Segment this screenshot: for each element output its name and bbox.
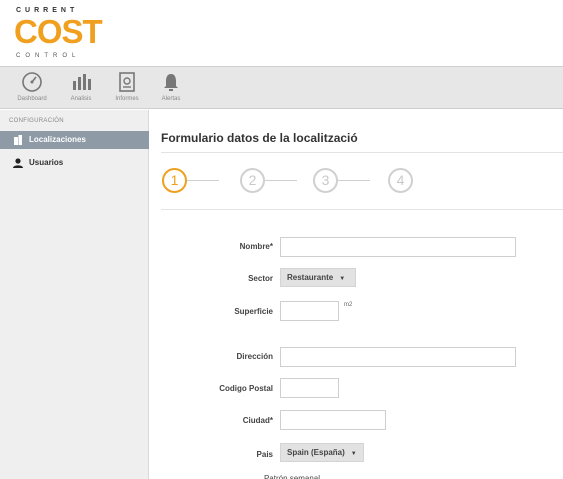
direccion-label: Dirección xyxy=(236,352,273,361)
nombre-input[interactable] xyxy=(280,237,516,257)
sidebar-item-label: Localizaciones xyxy=(29,135,86,144)
page-title: Formulario datos de la localització xyxy=(161,131,358,145)
sidebar-item-usuarios[interactable]: Usuarios xyxy=(0,154,149,172)
toolbar-informes-label: Informes xyxy=(115,96,139,102)
sidebar-item-label: Usuarios xyxy=(29,158,64,167)
superficie-input[interactable] xyxy=(280,301,339,321)
toolbar-dashboard-button[interactable]: Dashboard xyxy=(11,71,53,107)
sector-select[interactable]: Restaurante ▼ xyxy=(280,268,356,287)
step-1[interactable]: 1 xyxy=(162,168,187,193)
ciudad-input[interactable] xyxy=(280,410,386,430)
direccion-input[interactable] xyxy=(280,347,516,367)
toolbar-alertas-label: Alertas xyxy=(161,96,181,102)
toolbar-informes-button[interactable]: Informes xyxy=(106,71,148,107)
toolbar-alertas-button[interactable]: Alertas xyxy=(150,71,192,107)
pais-select-value: Spain (España) xyxy=(287,448,345,457)
chevron-down-icon: ▼ xyxy=(339,276,346,282)
step-3[interactable]: 3 xyxy=(313,168,338,193)
pais-label: Pais xyxy=(256,450,273,459)
pais-select[interactable]: Spain (España) ▼ xyxy=(280,443,364,462)
codigo-postal-input[interactable] xyxy=(280,378,339,398)
step-4[interactable]: 4 xyxy=(388,168,413,193)
sidebar: CONFIGURACIÓN Localizaciones Usuarios xyxy=(0,110,149,479)
chevron-down-icon: ▼ xyxy=(350,451,357,457)
step-connector xyxy=(338,180,370,181)
toolbar-dashboard-label: Dashboard xyxy=(17,96,47,102)
main-toolbar: Dashboard Analisis Informes Alertas xyxy=(0,66,563,109)
building-icon xyxy=(14,135,22,145)
current-cost-logo[interactable]: CURRENT COST CONTROL xyxy=(14,7,104,63)
gauge-icon xyxy=(22,72,42,92)
sidebar-item-localizaciones[interactable]: Localizaciones xyxy=(0,131,149,149)
toolbar-analisis-label: Analisis xyxy=(70,96,92,102)
patron-semanal-label: Patrón semanal xyxy=(263,474,320,479)
title-divider xyxy=(161,152,563,153)
codigo-postal-label: Codigo Postal xyxy=(219,384,273,393)
sector-select-value: Restaurante xyxy=(287,273,334,282)
step-connector xyxy=(187,180,219,181)
superficie-label: Superficie xyxy=(234,307,273,316)
toolbar-analisis-button[interactable]: Analisis xyxy=(60,71,102,107)
nombre-label: Nombre* xyxy=(239,242,273,251)
header: CURRENT COST CONTROL xyxy=(0,0,563,66)
step-2[interactable]: 2 xyxy=(240,168,265,193)
sidebar-heading: CONFIGURACIÓN xyxy=(9,118,64,124)
step-connector xyxy=(265,180,297,181)
bar-chart-icon xyxy=(73,74,91,90)
main-content: Formulario datos de la localització 1 2 … xyxy=(150,110,563,479)
sector-label: Sector xyxy=(248,274,273,283)
ciudad-label: Ciudad* xyxy=(242,416,273,425)
superficie-unit: m2 xyxy=(344,302,353,308)
user-icon xyxy=(13,158,23,168)
logo-bottom-text: CONTROL xyxy=(16,53,81,59)
report-icon xyxy=(119,72,135,92)
steps-divider xyxy=(161,209,563,210)
bell-icon xyxy=(164,74,178,91)
